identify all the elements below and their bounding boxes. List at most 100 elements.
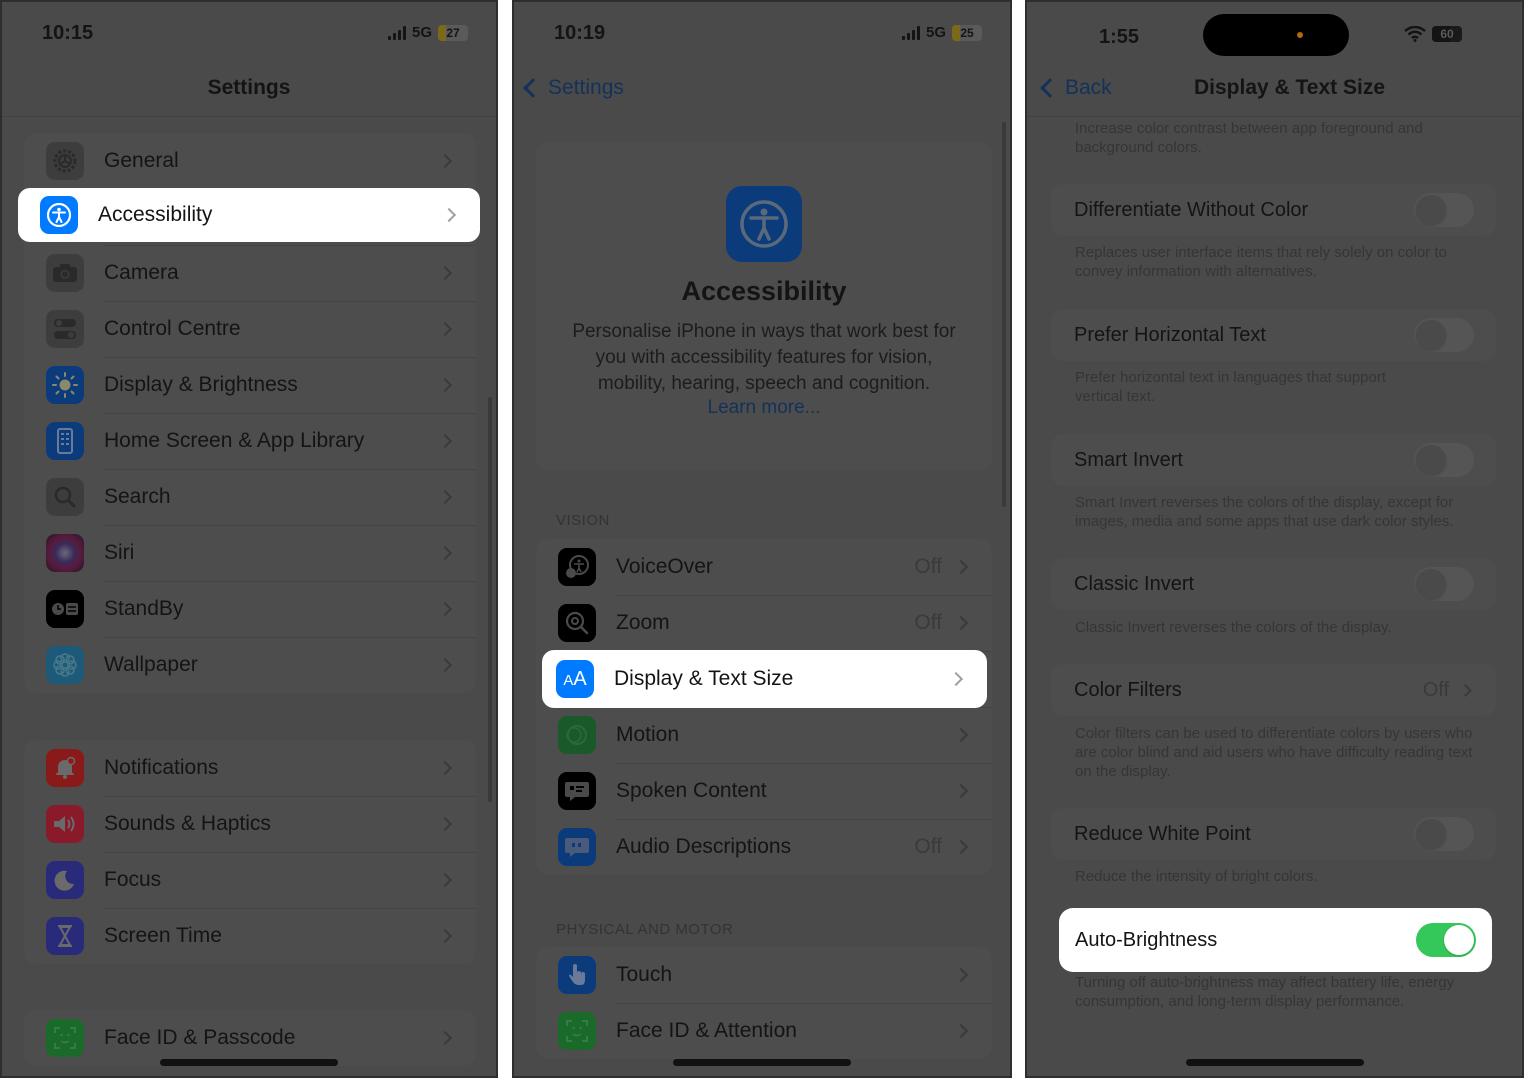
settings-item-accessibility[interactable]: Accessibility — [18, 188, 480, 242]
settings-item-motion[interactable]: Motion — [536, 707, 992, 763]
chevron-right-icon — [953, 1023, 969, 1039]
settings-item-focus[interactable]: Focus — [24, 852, 476, 908]
setting-prefer-horizontal-text: Prefer Horizontal Text — [1051, 309, 1496, 361]
settings-item-label: Notifications — [104, 756, 219, 779]
settings-item-camera[interactable]: Camera — [24, 245, 476, 301]
voiceover-icon — [558, 548, 596, 586]
standby-icon — [46, 590, 84, 628]
page-title: Settings — [207, 76, 291, 99]
smart-invert-toggle[interactable] — [1414, 443, 1474, 477]
home-indicator[interactable] — [160, 1059, 338, 1066]
accessibility-icon — [726, 186, 802, 262]
settings-item-label: Screen Time — [104, 924, 222, 947]
chevron-right-icon — [948, 671, 964, 687]
settings-item-face-id-attention[interactable]: Face ID & Attention — [536, 1003, 992, 1059]
settings-item-standby[interactable]: StandBy — [24, 581, 476, 637]
settings-item-voiceover[interactable]: VoiceOver Off — [536, 539, 992, 595]
setting-footnote: Color filters can be used to differentia… — [1075, 725, 1473, 780]
setting-label: Classic Invert — [1074, 572, 1195, 595]
settings-item-screen-time[interactable]: Screen Time — [24, 908, 476, 964]
scrollbar[interactable] — [488, 397, 492, 802]
hero-title: Accessibility — [681, 276, 847, 306]
settings-group-3: Face ID & Passcode — [24, 1010, 476, 1066]
status-time: 10:15 — [42, 22, 94, 44]
setting-label: Prefer Horizontal Text — [1074, 323, 1266, 346]
chevron-right-icon — [437, 153, 453, 169]
cellular-signal-icon — [901, 25, 920, 40]
settings-item-label: Audio Descriptions — [616, 835, 792, 858]
chevron-right-icon — [953, 783, 969, 799]
increase-contrast-footnote: Increase color contrast between app fore… — [1075, 120, 1423, 156]
setting-label: Differentiate Without Color — [1074, 198, 1309, 221]
chevron-right-icon — [953, 839, 969, 855]
setting-color-filters[interactable]: Color Filters Off — [1051, 664, 1496, 716]
settings-item-siri[interactable]: Siri — [24, 525, 476, 581]
classic-invert-toggle[interactable] — [1414, 567, 1474, 601]
settings-item-touch[interactable]: Touch — [536, 947, 992, 1003]
hand-icon — [558, 956, 596, 994]
differentiate-without-color-toggle[interactable] — [1414, 193, 1474, 227]
settings-item-sounds-haptics[interactable]: Sounds & Haptics — [24, 796, 476, 852]
settings-item-label: Siri — [104, 541, 135, 564]
settings-item-display-text-size[interactable]: AA Display & Text Size — [542, 650, 987, 708]
settings-item-face-id-passcode[interactable]: Face ID & Passcode — [24, 1010, 476, 1066]
camera-icon — [46, 254, 84, 292]
settings-item-value: Off — [914, 555, 942, 578]
network-type: 5G — [411, 24, 432, 41]
chevron-right-icon — [437, 601, 453, 617]
settings-item-spoken-content[interactable]: Spoken Content — [536, 763, 992, 819]
settings-screen: 10:15 5G 27 Settings General Camera Cont… — [0, 0, 498, 1078]
chevron-right-icon — [953, 727, 969, 743]
setting-reduce-white-point: Reduce White Point — [1051, 808, 1496, 860]
setting-footnote: Reduce the intensity of bright colors. — [1075, 868, 1318, 885]
setting-footnote: Classic Invert reverses the colors of th… — [1075, 619, 1392, 636]
setting-label: Color Filters — [1074, 678, 1182, 701]
chevron-right-icon — [437, 377, 453, 393]
battery-icon: 27 — [438, 24, 468, 41]
settings-item-display-brightness[interactable]: Display & Brightness — [24, 357, 476, 413]
battery-level: 27 — [446, 25, 460, 40]
settings-item-label: Motion — [616, 723, 680, 746]
auto-brightness-toggle[interactable] — [1416, 923, 1476, 957]
battery-level: 60 — [1440, 27, 1454, 41]
battery-icon: 60 — [1432, 26, 1462, 42]
chevron-right-icon — [437, 657, 453, 673]
settings-item-label: Face ID & Passcode — [104, 1026, 296, 1049]
settings-item-control-centre[interactable]: Control Centre — [24, 301, 476, 357]
status-bar: 10:19 5G 25 — [514, 20, 1010, 48]
setting-label: Auto-Brightness — [1075, 928, 1218, 951]
settings-item-label: Face ID & Attention — [616, 1019, 797, 1042]
scrollbar[interactable] — [1002, 122, 1006, 507]
chevron-right-icon — [953, 559, 969, 575]
settings-item-label: StandBy — [104, 597, 184, 620]
search-icon — [46, 478, 84, 516]
settings-item-label: Touch — [616, 963, 673, 986]
zoom-icon — [558, 604, 596, 642]
status-bar: 10:15 5G 27 — [2, 20, 496, 48]
settings-item-label: Focus — [104, 868, 162, 891]
settings-item-label: Search — [104, 485, 171, 508]
hero-description: Personalise iPhone in ways that work bes… — [572, 321, 956, 394]
learn-more-link[interactable]: Learn more... — [536, 397, 992, 419]
chevron-right-icon — [437, 1030, 453, 1046]
settings-item-home-screen[interactable]: Home Screen & App Library — [24, 413, 476, 469]
settings-item-search[interactable]: Search — [24, 469, 476, 525]
back-button[interactable]: Settings — [520, 76, 624, 100]
settings-item-audio-descriptions[interactable]: Audio Descriptions Off — [536, 819, 992, 875]
settings-item-zoom[interactable]: Zoom Off — [536, 595, 992, 651]
back-label: Settings — [548, 76, 624, 99]
settings-item-notifications[interactable]: Notifications — [24, 740, 476, 796]
chevron-right-icon — [437, 760, 453, 776]
home-indicator[interactable] — [1185, 1059, 1364, 1066]
settings-item-general[interactable]: General — [24, 133, 476, 189]
reduce-white-point-toggle[interactable] — [1414, 817, 1474, 851]
speech-bubble-icon — [558, 772, 596, 810]
home-indicator[interactable] — [673, 1059, 851, 1066]
privacy-indicator-dot — [1297, 32, 1303, 38]
settings-item-wallpaper[interactable]: Wallpaper — [24, 637, 476, 693]
settings-item-label: Spoken Content — [616, 779, 767, 802]
prefer-horizontal-text-toggle[interactable] — [1414, 318, 1474, 352]
setting-footnote: Prefer horizontal text in languages that… — [1075, 369, 1387, 405]
section-header-physical-motor: PHYSICAL AND MOTOR — [556, 921, 734, 938]
setting-auto-brightness: Auto-Brightness — [1059, 908, 1492, 972]
